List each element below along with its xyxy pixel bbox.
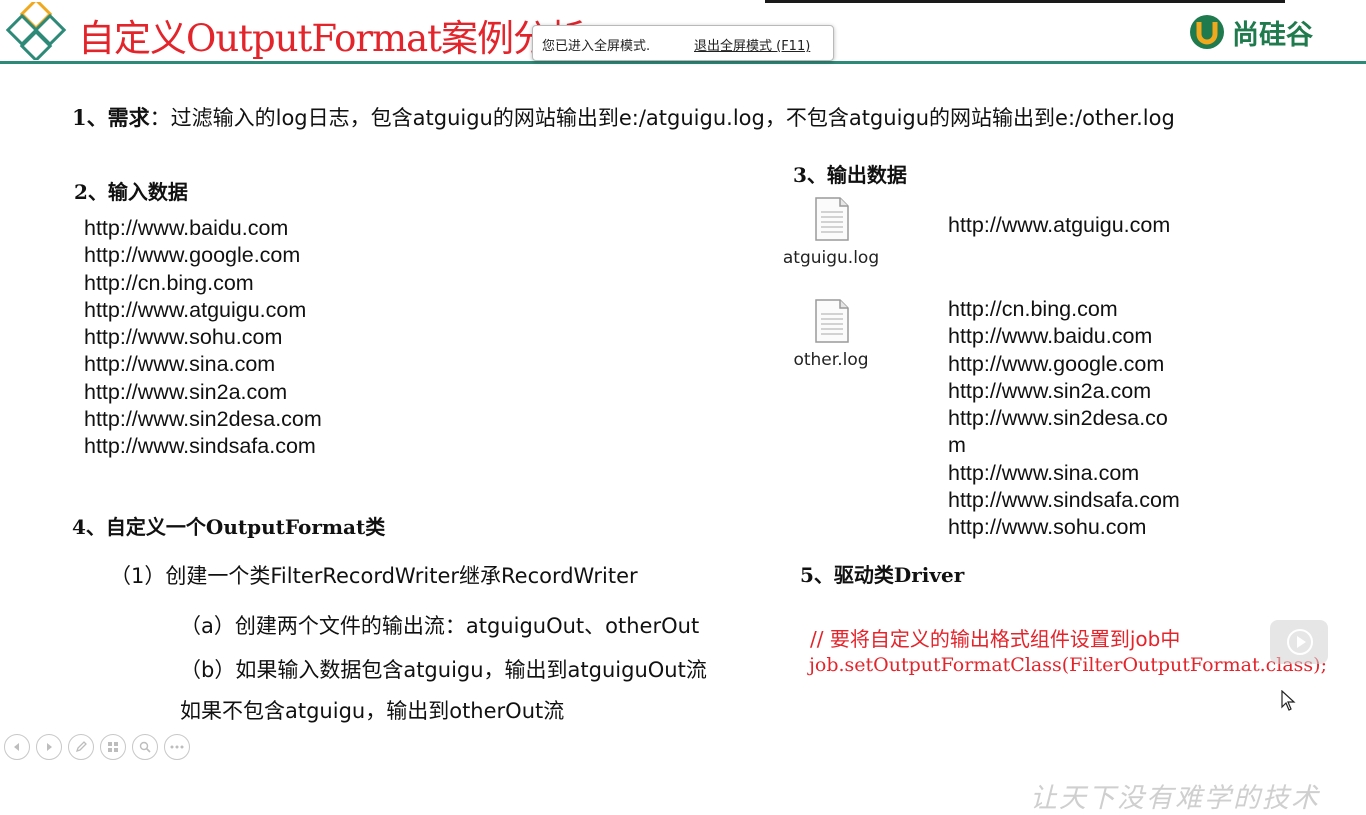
code-statement: job.setOutputFormatClass(FilterOutputFor… [809, 654, 1327, 676]
fullscreen-notice: 您已进入全屏模式. 退出全屏模式 (F11) [532, 25, 834, 61]
list-item: m [948, 433, 966, 458]
list-item: http://www.sin2desa.co [948, 406, 1168, 431]
list-item: http://www.sin2a.com [948, 378, 1152, 403]
requirement-label: 1、需求 [72, 105, 150, 130]
code-comment: // 要将自定义的输出格式组件设置到job中 [810, 627, 1181, 651]
atguigu-log-label: atguigu.log [782, 248, 880, 268]
brand-u-icon [1190, 15, 1224, 49]
watermark-slogan: 让天下没有难学的技术 [1030, 783, 1320, 814]
slide-content: 1、需求：过滤输入的log日志，包含atguigu的网站输出到e:/atguig… [0, 64, 1366, 814]
step-1-text: （1）创建一个类FilterRecordWriter继承RecordWriter [110, 564, 638, 588]
list-item: http://cn.bing.com [84, 270, 254, 295]
other-log-label: other.log [793, 350, 869, 370]
input-data-heading: 2、输入数据 [74, 180, 188, 204]
fullscreen-message: 您已进入全屏模式. [542, 39, 651, 54]
slide-title: 自定义OutputFormat案例分析 [78, 17, 586, 60]
list-item: http://www.sina.com [948, 460, 1140, 485]
list-item: http://www.baidu.com [84, 216, 289, 240]
exit-fullscreen-link[interactable]: 退出全屏模式 (F11) [694, 35, 810, 54]
list-item: http://www.google.com [948, 351, 1165, 376]
list-item: http://www.sin2a.com [84, 379, 288, 404]
atguigu-output-list: http://www.atguigu.com [948, 212, 1170, 239]
play-button[interactable] [1270, 620, 1328, 664]
step-a-text: （a）创建两个文件的输出流：atguiguOut、otherOut [180, 614, 700, 638]
next-icon[interactable] [36, 734, 62, 760]
list-item: http://www.google.com [84, 243, 301, 268]
list-item: http://www.sin2desa.com [84, 407, 322, 432]
list-item: http://www.sindsafa.com [84, 434, 316, 459]
brand-name: 尚硅谷 [1232, 19, 1313, 51]
requirement-text: ：过滤输入的log日志，包含atguigu的网站输出到e:/atguigu.lo… [149, 106, 1175, 130]
list-item: http://www.baidu.com [948, 324, 1153, 349]
mouse-cursor-icon [1281, 690, 1296, 711]
output-data-heading: 3、输出数据 [793, 163, 907, 187]
slides-icon[interactable] [100, 734, 126, 760]
top-divider [765, 0, 1285, 3]
diamond-logo-icon [6, 2, 67, 60]
list-item: http://www.atguigu.com [84, 297, 307, 322]
brand-logo: 尚硅谷 [1188, 10, 1313, 54]
step-b2-text: 如果不包含atguigu，输出到otherOut流 [180, 699, 565, 723]
zoom-icon[interactable] [132, 734, 158, 760]
requirement-line: 1、需求：过滤输入的log日志，包含atguigu的网站输出到e:/atguig… [72, 102, 1175, 132]
play-icon [1287, 629, 1313, 655]
list-item: http://www.sina.com [84, 352, 276, 377]
pen-icon[interactable] [68, 734, 94, 760]
list-item: http://www.sindsafa.com [948, 488, 1180, 513]
list-item: http://www.sohu.com [84, 325, 283, 350]
input-url-list: http://www.baidu.com http://www.google.c… [84, 215, 322, 461]
document-icon [815, 299, 849, 343]
more-icon[interactable] [164, 734, 190, 760]
other-output-list: http://cn.bing.com http://www.baidu.com … [948, 296, 1180, 542]
list-item: http://www.atguigu.com [948, 213, 1171, 237]
step-b-text: （b）如果输入数据包含atguigu，输出到atguiguOut流 [180, 658, 707, 682]
driver-heading: 5、驱动类Driver [800, 563, 965, 587]
slideshow-controls [4, 734, 190, 760]
document-icon [815, 197, 849, 241]
list-item: http://cn.bing.com [948, 297, 1118, 321]
previous-icon[interactable] [4, 734, 30, 760]
custom-format-heading: 4、自定义一个OutputFormat类 [72, 515, 386, 539]
list-item: http://www.sohu.com [948, 515, 1147, 540]
